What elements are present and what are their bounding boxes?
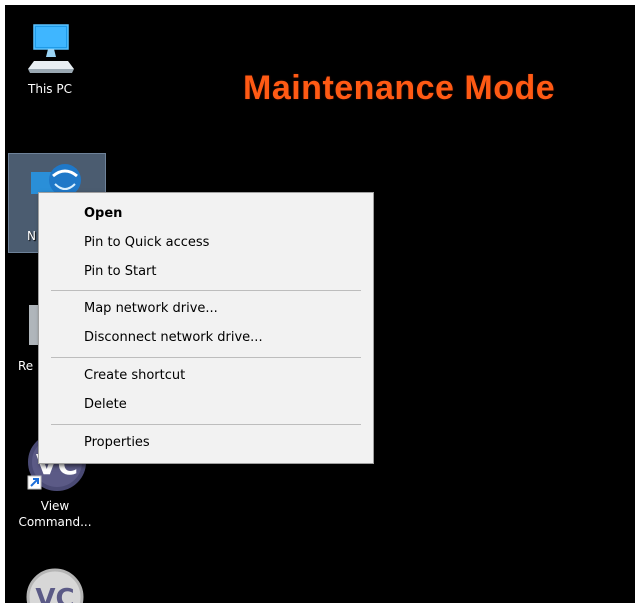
menu-separator <box>51 290 361 291</box>
network-label: N <box>27 229 36 243</box>
menu-separator <box>51 424 361 425</box>
vc-icon: VC <box>26 568 84 603</box>
maintenance-mode-banner: Maintenance Mode <box>243 69 555 108</box>
menu-separator <box>51 357 361 358</box>
menu-item-map-network-drive[interactable]: Map network drive... <box>84 300 218 318</box>
menu-item-create-shortcut[interactable]: Create shortcut <box>84 367 185 385</box>
menu-item-properties[interactable]: Properties <box>84 434 150 452</box>
context-menu: Open Pin to Quick access Pin to Start Ma… <box>38 192 374 464</box>
menu-item-disconnect-network-drive[interactable]: Disconnect network drive... <box>84 329 263 347</box>
recycle-bin-label: Re <box>18 359 34 373</box>
svg-text:VC: VC <box>35 584 74 603</box>
this-pc-label: This PC <box>28 82 72 96</box>
menu-item-delete[interactable]: Delete <box>84 396 127 414</box>
computer-icon <box>28 24 74 73</box>
view-command-label: View Command... <box>18 499 92 529</box>
menu-item-pin-start[interactable]: Pin to Start <box>84 263 156 281</box>
desktop-icon-this-pc[interactable]: This PC <box>15 23 85 97</box>
menu-item-open[interactable]: Open <box>84 205 122 223</box>
desktop: This PC Maintenance Mode N Re VC View Co… <box>5 5 635 603</box>
desktop-icon-vc-2[interactable]: VC <box>20 567 90 603</box>
menu-item-pin-quick-access[interactable]: Pin to Quick access <box>84 234 209 252</box>
banner-text: Maintenance Mode <box>243 69 556 107</box>
